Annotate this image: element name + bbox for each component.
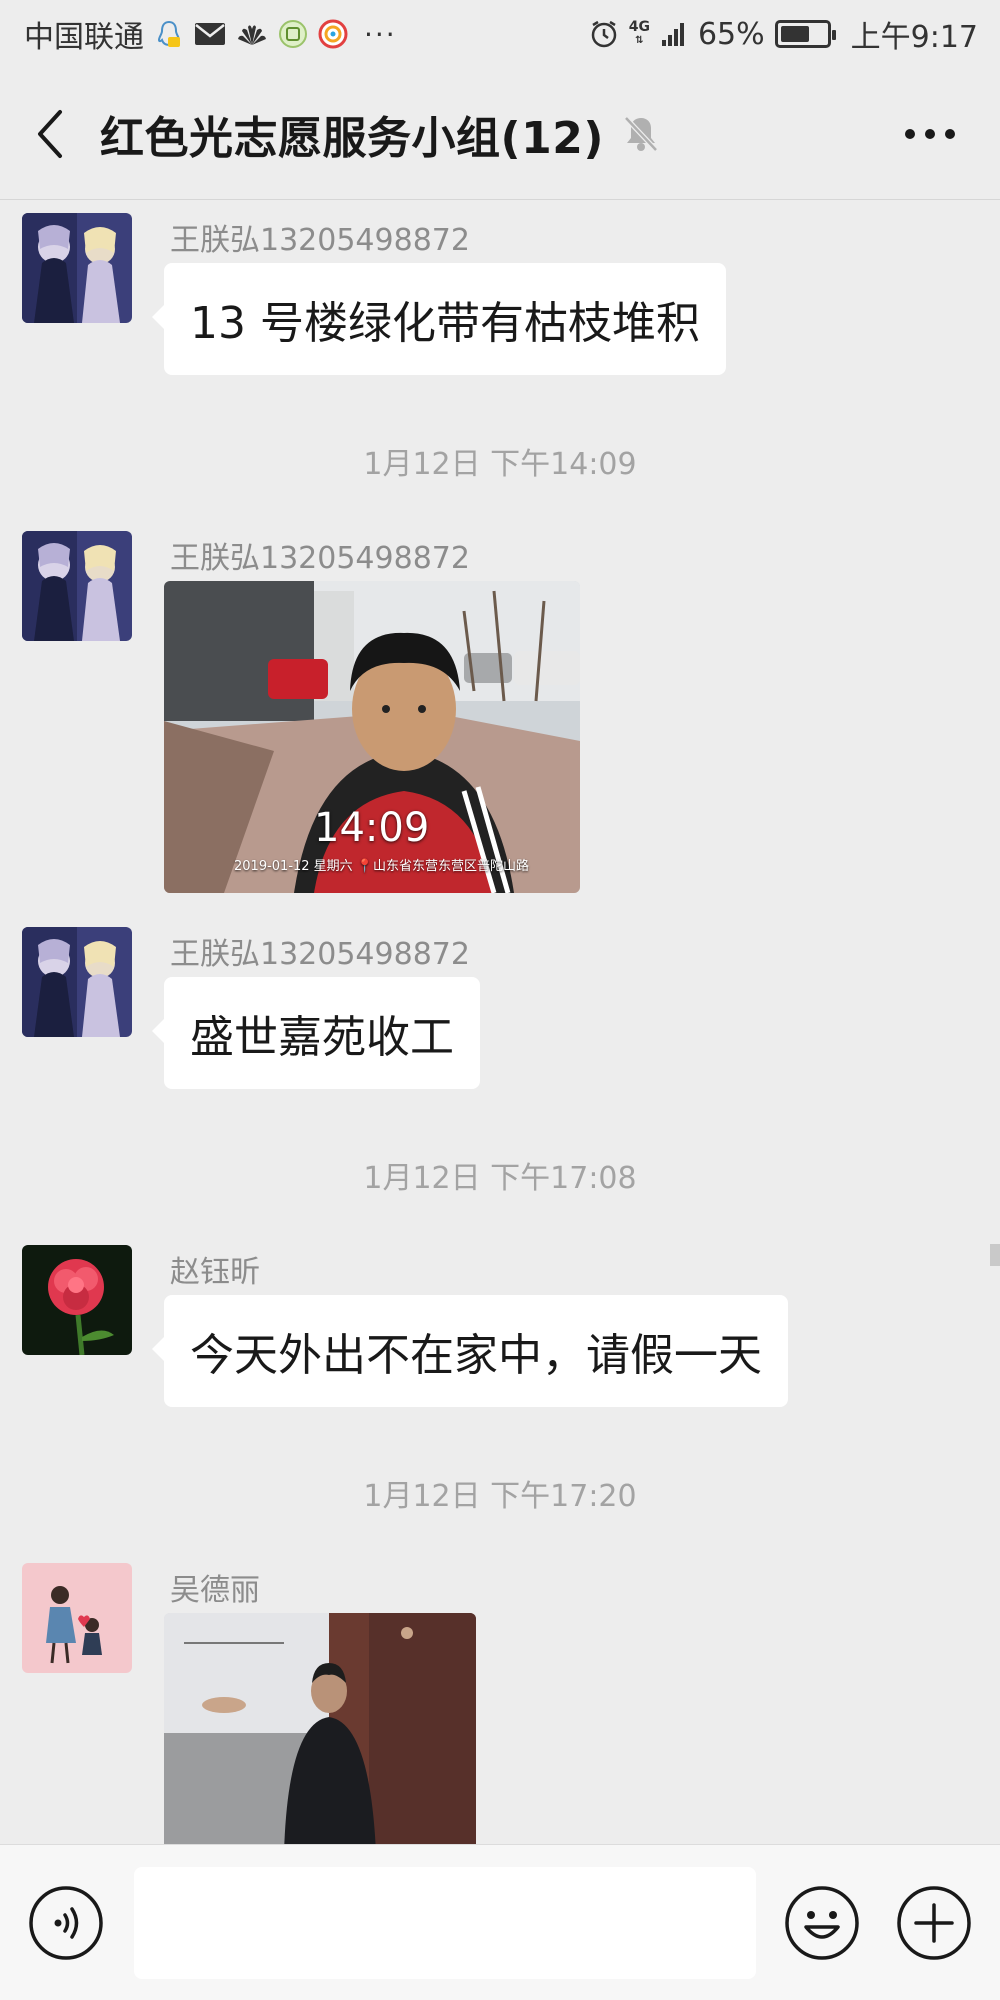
image-message[interactable] <box>164 1613 476 1844</box>
photo-overlay-time: 14:09 <box>314 805 430 851</box>
flower-avatar-icon <box>22 1245 132 1355</box>
sender-name: 王朕弘13205498872 <box>170 541 470 576</box>
message-bubble[interactable]: 今天外出不在家中，请假一天 <box>152 1295 788 1407</box>
qq-icon <box>154 19 184 49</box>
clock: 上午9:17 <box>850 20 978 55</box>
message-timestamp: 1月12日 下午17:20 <box>363 1479 637 1514</box>
message-list[interactable]: 王朕弘13205498872 13 号楼绿化带有枯枝堆积 1月12日 下午14:… <box>0 201 1000 1844</box>
weibo-icon <box>318 19 348 49</box>
sender-name: 吴德丽 <box>170 1573 260 1608</box>
avatar[interactable] <box>22 1563 132 1673</box>
sender-name: 王朕弘13205498872 <box>170 223 470 258</box>
anime-avatar-icon <box>22 531 132 641</box>
voice-icon <box>29 1886 103 1960</box>
mail-icon <box>194 21 226 47</box>
photo-overlay-caption: 2019-01-12 星期六 📍山东省东营东营区普陀山路 <box>234 859 530 874</box>
message-bubble[interactable]: 盛世嘉苑收工 <box>152 977 480 1089</box>
couple-avatar-icon <box>22 1563 132 1673</box>
person-photo <box>164 1613 476 1844</box>
battery-percent: 65% <box>697 16 765 52</box>
anime-avatar-icon <box>22 213 132 323</box>
more-options-button[interactable] <box>900 108 960 160</box>
network-type: 4G ⇅ <box>628 19 650 46</box>
app-icon <box>278 19 308 49</box>
message-bubble[interactable]: 13 号楼绿化带有枯枝堆积 <box>152 263 726 375</box>
mute-icon <box>622 114 660 154</box>
input-bar <box>0 1844 1000 2000</box>
message-timestamp: 1月12日 下午14:09 <box>363 447 637 482</box>
status-bar-left: 中国联通 ··· <box>24 12 397 56</box>
scrollbar-thumb[interactable] <box>990 1244 1000 1266</box>
alarm-icon <box>589 19 619 49</box>
status-bar: 中国联通 ··· 4G ⇅ 65% 上午9:17 <box>0 0 1000 68</box>
battery-icon <box>774 20 836 48</box>
more-notifications: ··· <box>364 17 397 51</box>
anime-avatar-icon <box>22 927 132 1037</box>
status-bar-right: 4G ⇅ 65% 上午9:17 <box>589 12 978 56</box>
emoji-icon <box>785 1886 859 1960</box>
message-timestamp: 1月12日 下午17:08 <box>363 1161 637 1196</box>
sender-name: 王朕弘13205498872 <box>170 937 470 972</box>
chevron-left-icon <box>38 109 62 158</box>
more-functions-button[interactable] <box>896 1885 972 1961</box>
avatar[interactable] <box>22 213 132 323</box>
huawei-icon <box>236 21 268 47</box>
chat-header: 红色光志愿服务小组(12) <box>0 68 1000 200</box>
avatar[interactable] <box>22 1245 132 1355</box>
signal-icon <box>660 20 688 48</box>
sender-name: 赵钰昕 <box>170 1255 260 1290</box>
plus-icon <box>897 1886 971 1960</box>
carrier-label: 中国联通 <box>24 20 144 55</box>
more-icon <box>905 129 955 139</box>
avatar[interactable] <box>22 531 132 641</box>
message-input[interactable] <box>134 1867 756 1979</box>
back-button[interactable] <box>0 68 100 200</box>
emoji-button[interactable] <box>784 1885 860 1961</box>
chat-title: 红色光志愿服务小组(12) <box>100 112 604 164</box>
avatar[interactable] <box>22 927 132 1037</box>
image-message[interactable]: 14:09 2019-01-12 星期六 📍山东省东营东营区普陀山路 <box>164 581 580 893</box>
voice-input-button[interactable] <box>28 1885 104 1961</box>
